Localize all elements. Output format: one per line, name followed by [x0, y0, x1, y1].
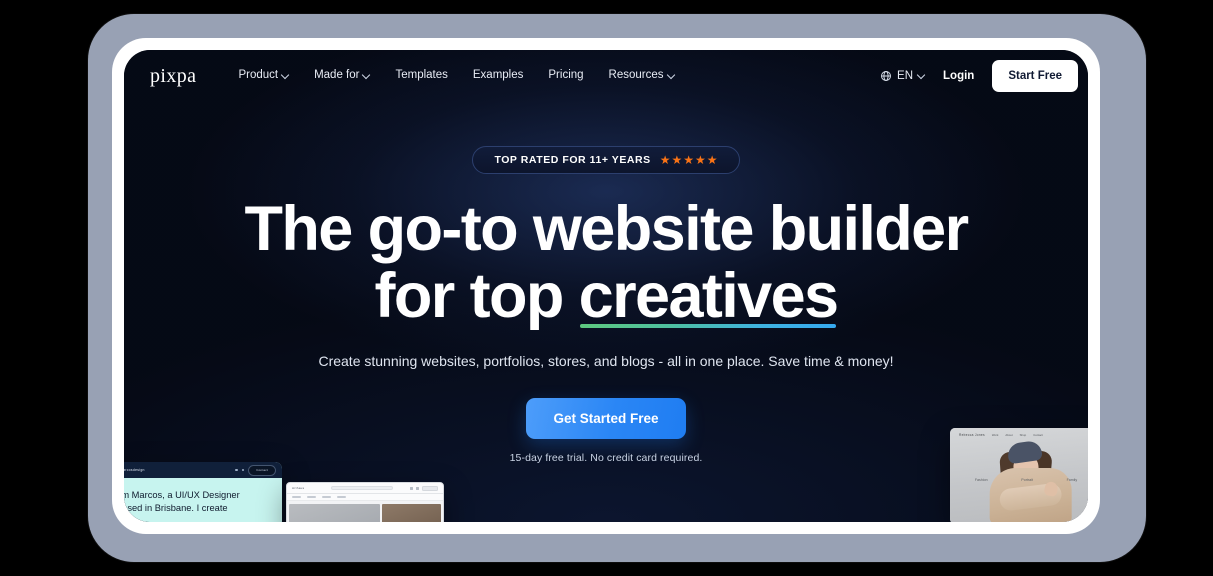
nav-item-made-for-label: Made for [314, 69, 360, 82]
category-portrait[interactable]: Portrait [1021, 478, 1033, 482]
globe-icon [881, 71, 892, 81]
arm [998, 482, 1063, 512]
hair-right [1027, 450, 1053, 499]
showcase-middle-button[interactable] [422, 485, 438, 491]
star-icon: ★ [706, 153, 718, 167]
nav-item-examples-label: Examples [472, 69, 524, 82]
chevron-down-icon [363, 72, 370, 79]
hair-left [999, 451, 1023, 497]
showcase-middle-topbar: Arthaus [287, 483, 443, 494]
chevron-down-icon [668, 72, 675, 79]
hero-subheadline: Create stunning websites, portfolios, st… [318, 352, 894, 369]
nav-item-templates[interactable]: Templates [395, 70, 447, 82]
hero-headline-line2-prefix: for top [374, 260, 579, 331]
face [1012, 454, 1040, 486]
showcase-cards: marcosdesign Contact I'm Marcos, a UI/UX… [124, 362, 1088, 522]
browser-page: pixpa Product Made for Templates Example… [124, 50, 1088, 522]
showcase-middle-brand: Arthaus [292, 486, 305, 490]
chevron-down-icon [282, 72, 289, 79]
language-selector[interactable]: EN [880, 70, 925, 82]
beanie-hat [1006, 439, 1043, 465]
nav-item-resources-label: Resources [608, 69, 664, 82]
nav-links: Product Made for Templates Examples Pric… [238, 70, 674, 82]
category-family[interactable]: Family [1067, 478, 1078, 482]
nav-placeholder [322, 495, 331, 499]
showcase-middle-gallery [287, 501, 443, 522]
hero-section: TOP RATED FOR 11+ YEARS ★ ★ ★ ★ ★ The go… [124, 50, 1088, 522]
gallery-image [289, 504, 381, 522]
showcase-left-body: I'm Marcos, a UI/UX Designer based in Br… [124, 478, 282, 516]
pixpa-logo[interactable]: pixpa [150, 66, 196, 86]
dot-icon [241, 468, 245, 472]
showcase-right-brand: Rebecca Jones [959, 432, 985, 437]
user-icon [416, 486, 419, 490]
chevron-down-icon [918, 72, 925, 79]
hero-headline-line1: The go-to website builder [244, 194, 969, 264]
star-icon: ★ [683, 153, 695, 167]
showcase-right-nav-contact[interactable]: Contact [1033, 433, 1043, 437]
device-bezel: pixpa Product Made for Templates Example… [112, 38, 1100, 534]
get-started-free-button[interactable]: Get Started Free [526, 398, 686, 440]
nav-item-pricing-label: Pricing [548, 69, 584, 82]
showcase-card-middle[interactable]: Arthaus [286, 482, 444, 522]
top-rated-badge: TOP RATED FOR 11+ YEARS ★ ★ ★ ★ ★ [472, 146, 740, 174]
cart-icon [410, 486, 413, 490]
hero-headline: The go-to website builder for top creati… [186, 196, 1026, 330]
sweater [989, 468, 1072, 522]
showcase-left-topbar-right: Contact [235, 464, 276, 476]
nav-item-resources[interactable]: Resources [609, 70, 675, 82]
device-frame: pixpa Product Made for Templates Example… [88, 14, 1146, 562]
nav-item-pricing[interactable]: Pricing [548, 70, 583, 82]
showcase-card-left[interactable]: marcosdesign Contact I'm Marcos, a UI/UX… [124, 462, 282, 522]
showcase-right-nav-about[interactable]: About [1005, 433, 1012, 437]
showcase-right-categories: Fashion Portrait Family [950, 478, 1088, 482]
start-free-button[interactable]: Start Free [992, 60, 1078, 92]
showcase-middle-search-input[interactable] [331, 485, 394, 491]
showcase-left-brand: marcosdesign [124, 468, 145, 472]
nav-placeholder [307, 495, 316, 499]
star-icon: ★ [671, 153, 683, 167]
login-link[interactable]: Login [943, 70, 974, 82]
nav-item-product-label: Product [238, 69, 279, 82]
category-fashion[interactable]: Fashion [975, 478, 988, 482]
showcase-left-line2: based in Brisbane. I create [124, 503, 228, 514]
nav-item-templates-label: Templates [395, 69, 448, 82]
top-rated-badge-label: TOP RATED FOR 11+ YEARS [494, 154, 651, 166]
star-icon: ★ [695, 153, 706, 167]
showcase-right-nav-shop[interactable]: Shop [1020, 433, 1027, 437]
showcase-middle-actions [410, 485, 438, 491]
showcase-right-nav-work[interactable]: Work [992, 433, 998, 437]
showcase-card-right[interactable]: Rebecca Jones Work About Shop Contact Fa… [950, 428, 1088, 522]
screenshot-stage: pixpa Product Made for Templates Example… [0, 0, 1213, 576]
showcase-right-nav: Rebecca Jones Work About Shop Contact [950, 428, 1088, 441]
showcase-left-line1: I'm Marcos, a UI/UX Designer [124, 490, 240, 500]
showcase-left-contact-button[interactable]: Contact [248, 464, 276, 476]
nav-placeholder [337, 495, 346, 499]
dot-icon [235, 468, 238, 472]
nav-item-made-for[interactable]: Made for [314, 70, 370, 82]
site-navbar: pixpa Product Made for Templates Example… [124, 50, 1088, 102]
showcase-right-background [950, 428, 1088, 522]
hero-headline-accent: creatives [578, 260, 839, 331]
showcase-left-topbar: marcosdesign Contact [124, 462, 282, 478]
gallery-image [382, 504, 441, 522]
language-label: EN [897, 70, 914, 82]
nav-item-product[interactable]: Product [238, 70, 289, 82]
star-rating-icons: ★ ★ ★ ★ ★ [660, 154, 718, 166]
showcase-right-model-photo [984, 439, 1076, 522]
star-icon: ★ [659, 153, 671, 167]
cta-disclaimer: 15-day free trial. No credit card requir… [509, 452, 703, 465]
hand [1043, 480, 1059, 498]
nav-placeholder [292, 495, 301, 499]
nav-right-group: EN Login Start Free [880, 60, 1088, 92]
showcase-middle-subnav [287, 494, 443, 501]
nav-item-examples[interactable]: Examples [473, 70, 524, 82]
